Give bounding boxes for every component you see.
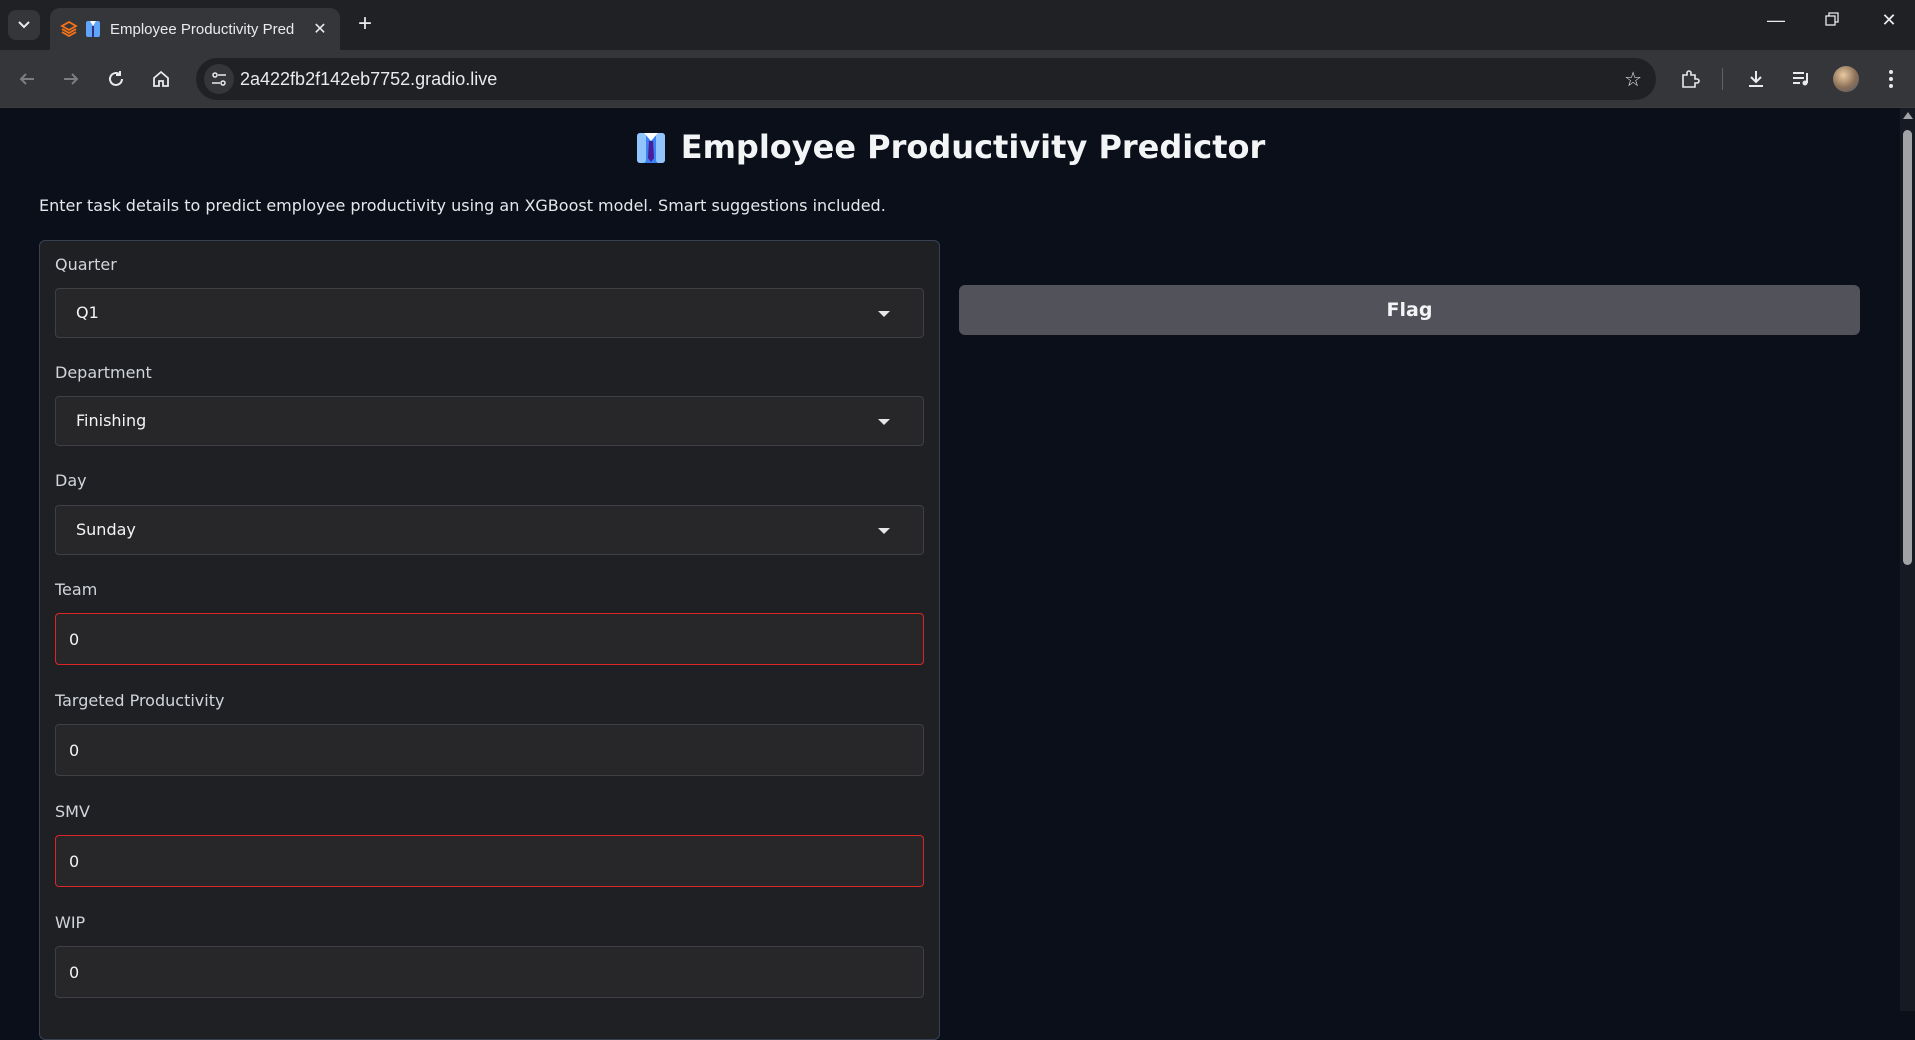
scrollbar-thumb[interactable] [1903,130,1912,565]
department-label: Department [55,363,152,382]
media-controls-icon[interactable] [1786,64,1816,94]
wip-label: WIP [55,913,86,932]
restore-icon[interactable] [1817,10,1847,31]
day-dropdown[interactable]: Sunday [55,505,924,555]
day-value: Sunday [76,520,136,539]
targeted-productivity-label: Targeted Productivity [55,691,225,710]
back-icon[interactable] [12,64,42,94]
close-icon[interactable]: ✕ [310,19,330,39]
browser-toolbar: 2a422fb2f142eb7752.gradio.live ☆ [0,50,1915,108]
necktie-shirt-icon [635,130,667,164]
chevron-down-icon [878,419,890,425]
forward-icon[interactable] [56,64,86,94]
site-info-icon[interactable] [204,64,234,94]
page-scrollbar[interactable] [1900,108,1915,1011]
targeted-productivity-input[interactable] [55,724,924,776]
gradio-logo-icon [60,20,78,38]
download-icon[interactable] [1741,64,1771,94]
smv-label: SMV [55,802,90,821]
chevron-down-icon [878,528,890,534]
flag-button[interactable]: Flag [959,285,1860,335]
menu-kebab-icon[interactable] [1876,64,1906,94]
window-close-icon[interactable]: ✕ [1874,10,1904,31]
wip-input[interactable] [55,946,924,998]
reload-icon[interactable] [101,64,131,94]
app-description: Enter task details to predict employee p… [39,196,886,215]
minimize-icon[interactable]: — [1761,10,1791,31]
browser-tab[interactable]: Employee Productivity Pred ✕ [50,8,340,50]
department-value: Finishing [76,411,147,430]
smv-input[interactable] [55,835,924,887]
input-form-panel: Quarter Q1 Department Finishing Day Sund… [39,240,940,1040]
tab-title: Employee Productivity Pred [110,20,295,38]
page-favicon-icon [84,20,102,38]
new-tab-icon[interactable]: + [353,12,377,36]
url-text[interactable]: 2a422fb2f142eb7752.gradio.live [240,69,497,90]
toolbar-divider [1722,68,1723,90]
browser-tab-bar: Employee Productivity Pred ✕ + — ✕ [0,0,1915,50]
scroll-up-arrow-icon[interactable] [1903,112,1913,119]
bookmark-star-icon[interactable]: ☆ [1624,67,1642,92]
quarter-value: Q1 [76,303,99,322]
tab-list-icon[interactable] [8,10,40,40]
department-dropdown[interactable]: Finishing [55,396,924,446]
profile-avatar[interactable] [1833,66,1859,92]
team-input[interactable] [55,613,924,665]
chevron-down-icon [878,311,890,317]
team-label: Team [55,580,98,599]
app-title-text: Employee Productivity Predictor [680,128,1266,166]
address-bar[interactable]: 2a422fb2f142eb7752.gradio.live ☆ [196,58,1656,100]
gradio-app: Employee Productivity Predictor Enter ta… [0,108,1900,1040]
extensions-icon[interactable] [1675,64,1705,94]
day-label: Day [55,471,87,490]
page-title: Employee Productivity Predictor [0,128,1900,166]
quarter-label: Quarter [55,255,117,274]
quarter-dropdown[interactable]: Q1 [55,288,924,338]
home-icon[interactable] [146,64,176,94]
